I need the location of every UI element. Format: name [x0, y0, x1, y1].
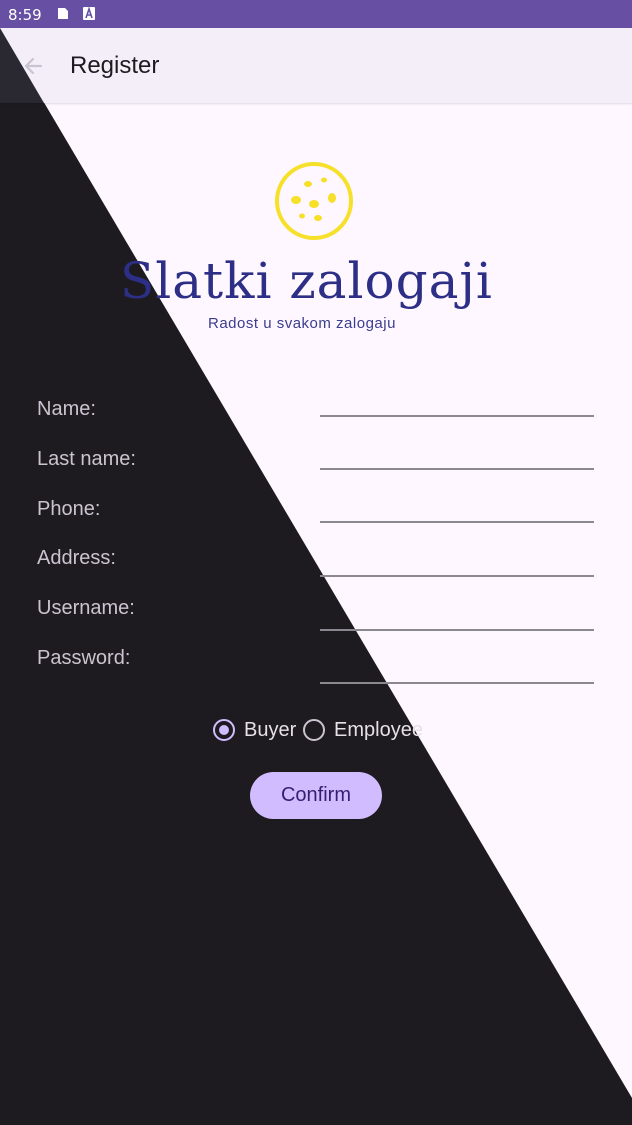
form-row-last-name: Last name: — [0, 440, 632, 492]
brand-name: Slatki zalogaji — [120, 252, 493, 310]
name-label: Name: — [37, 398, 96, 420]
username-label: Username: — [37, 597, 135, 619]
username-field[interactable] — [320, 601, 594, 631]
password-label: Password: — [37, 647, 131, 669]
radio-buyer-label: Buyer — [244, 719, 297, 741]
brand-tagline: Radost u svakom zalogaju — [208, 315, 396, 332]
page-title: Register — [70, 52, 160, 79]
text-a-icon — [83, 7, 95, 20]
password-field[interactable] — [320, 654, 594, 684]
confirm-button[interactable]: Confirm — [250, 772, 382, 819]
form-row-name: Name: — [0, 387, 632, 442]
status-bar: 8:59 — [0, 0, 632, 28]
radio-selected-dot — [219, 725, 229, 735]
form-row-password: Password: — [0, 642, 632, 692]
last-name-field[interactable] — [320, 440, 594, 470]
phone-field[interactable] — [320, 493, 594, 523]
name-field[interactable] — [320, 387, 594, 417]
back-button[interactable] — [14, 46, 54, 86]
cookie-icon — [275, 162, 353, 240]
document-icon — [58, 8, 68, 19]
address-label: Address: — [37, 547, 116, 569]
radio-unselected-indicator — [303, 719, 325, 741]
form-row-address: Address: — [0, 542, 632, 592]
phone-label: Phone: — [37, 498, 101, 520]
form-row-username: Username: — [0, 592, 632, 642]
address-field[interactable] — [320, 547, 594, 577]
brand-logo: Slatki zalogaji Radost u svakom zalogaju — [120, 160, 520, 335]
radio-selected-indicator — [213, 719, 235, 741]
status-time: 8:59 — [8, 6, 42, 24]
radio-employee-label: Employee — [334, 719, 423, 741]
form-row-phone: Phone: — [0, 492, 632, 542]
arrow-back-icon — [24, 57, 43, 75]
last-name-label: Last name: — [37, 448, 136, 470]
